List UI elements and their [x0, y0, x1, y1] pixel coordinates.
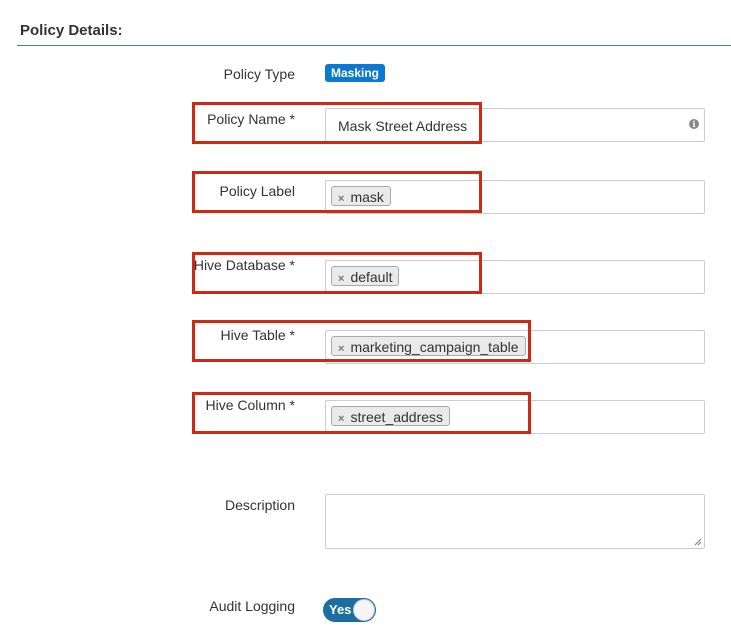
toggle-knob	[353, 599, 375, 621]
audit-logging-label: Audit Logging	[209, 598, 295, 614]
tag-text: mask	[350, 189, 384, 205]
hive-table-input[interactable]: × marketing_campaign_table	[325, 330, 705, 364]
tag-text: marketing_campaign_table	[350, 339, 519, 355]
audit-logging-toggle[interactable]: Yes	[323, 598, 376, 622]
policy-label-label: Policy Label	[219, 183, 296, 199]
section-title: Policy Details:	[20, 22, 123, 39]
tag-remove-icon[interactable]: ×	[338, 189, 344, 209]
policy-type-label: Policy Type	[223, 66, 295, 82]
policy-type-badge: Masking	[325, 64, 386, 82]
policy-name-value: Mask Street Address	[338, 118, 468, 134]
hive-column-label: Hive Column *	[205, 397, 295, 413]
tag-remove-icon[interactable]: ×	[338, 269, 344, 289]
hive-database-label: Hive Database *	[193, 257, 295, 273]
tag-text: street_address	[350, 409, 444, 425]
tag-chip[interactable]: × street_address	[331, 406, 451, 429]
description-label: Description	[224, 497, 295, 513]
toggle-label: Yes	[329, 602, 352, 617]
hive-table-label: Hive Table *	[220, 327, 295, 343]
tag-chip[interactable]: × mask	[331, 186, 391, 206]
tag-text: default	[350, 269, 393, 285]
hive-column-input[interactable]: × street_address	[325, 400, 705, 434]
resize-grip-icon[interactable]	[694, 538, 702, 546]
policy-label-input[interactable]: × mask	[325, 180, 705, 214]
description-textarea[interactable]	[325, 494, 705, 549]
policy-name-label: Policy Name *	[207, 111, 295, 127]
tag-remove-icon[interactable]: ×	[338, 409, 344, 429]
policy-name-input[interactable]: Mask Street Address i	[325, 108, 705, 142]
hive-database-input[interactable]: × default	[325, 260, 705, 294]
section-divider	[17, 45, 731, 46]
info-icon[interactable]: i	[689, 119, 699, 129]
tag-chip[interactable]: × default	[331, 266, 400, 289]
tag-remove-icon[interactable]: ×	[338, 339, 344, 359]
tag-chip[interactable]: × marketing_campaign_table	[331, 336, 526, 356]
